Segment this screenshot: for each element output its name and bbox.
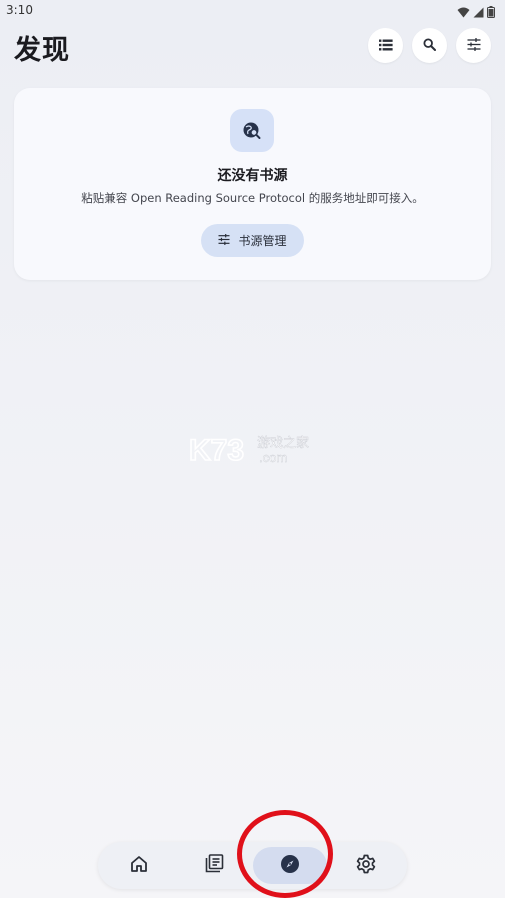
source-management-label: 书源管理 — [238, 234, 287, 248]
watermark-logo: K73 游戏之家 .com — [188, 432, 319, 468]
empty-title: 还没有书源 — [217, 168, 288, 184]
battery-icon — [487, 3, 495, 22]
tune-icon — [218, 233, 230, 248]
search-button[interactable] — [412, 28, 447, 63]
explore-icon — [280, 854, 300, 878]
wifi-icon — [457, 3, 470, 22]
source-management-button[interactable]: 书源管理 — [201, 224, 304, 257]
status-time: 3:10 — [6, 3, 33, 17]
list-icon — [378, 36, 393, 55]
watermark-brand: K73 — [189, 434, 244, 466]
settings-icon — [356, 854, 376, 878]
search-icon — [423, 36, 436, 55]
empty-description: 粘贴兼容 Open Reading Source Protocol 的服务地址即… — [81, 191, 424, 205]
status-icons — [457, 3, 495, 22]
source-search-icon — [230, 109, 274, 152]
watermark-cn: 游戏之家 — [257, 435, 309, 451]
status-bar: 3:10 — [0, 0, 505, 22]
list-view-button[interactable] — [368, 28, 403, 63]
filter-button[interactable] — [456, 28, 491, 63]
nav-settings[interactable] — [336, 847, 396, 884]
empty-sources-card: 还没有书源 粘贴兼容 Open Reading Source Protocol … — [14, 88, 491, 280]
page-title: 发现 — [14, 35, 70, 66]
nav-explore[interactable] — [253, 847, 327, 884]
nav-library[interactable] — [184, 847, 244, 884]
tune-icon — [467, 36, 481, 55]
home-icon — [130, 855, 148, 877]
library-icon — [205, 854, 224, 877]
signal-icon — [473, 3, 484, 22]
watermark-domain: .com — [259, 450, 287, 465]
bottom-navigation — [98, 842, 407, 889]
nav-home[interactable] — [109, 847, 169, 884]
